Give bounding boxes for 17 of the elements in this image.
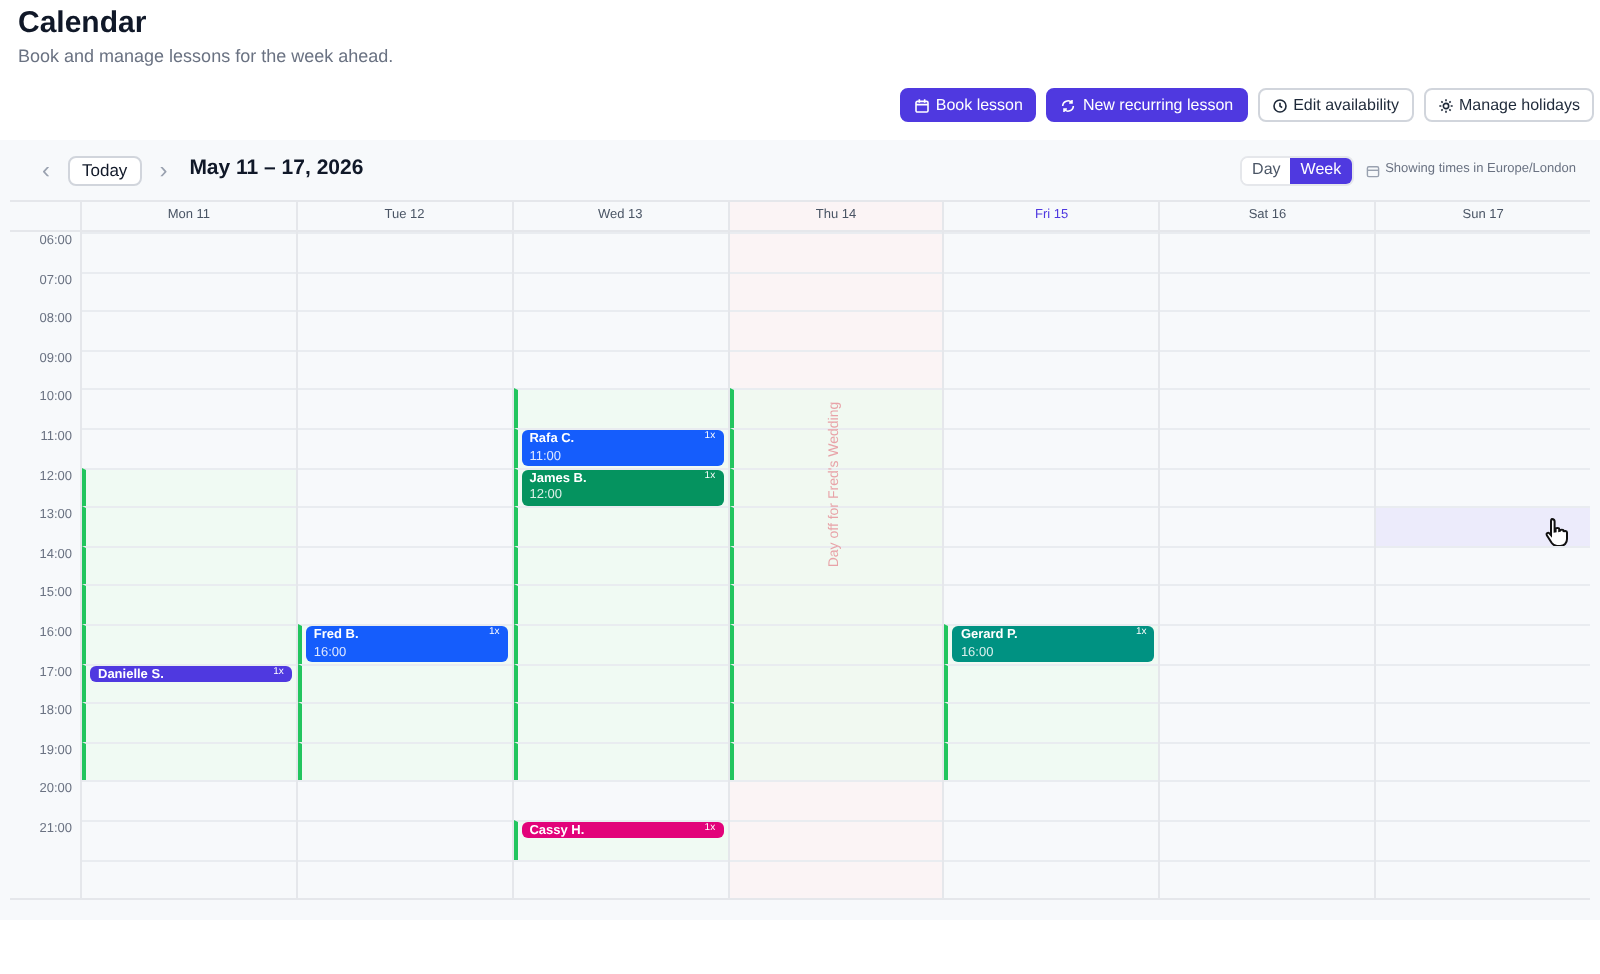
clock-icon	[1271, 97, 1288, 113]
hand-cursor-icon	[1544, 516, 1573, 549]
action-button[interactable]: New recurring lesson	[1046, 88, 1248, 122]
page-subtitle: Book and manage lessons for the week ahead.	[18, 44, 396, 68]
view-tab[interactable]: Week	[1290, 157, 1352, 183]
time-slot[interactable]	[729, 545, 943, 585]
today-button[interactable]: Today	[68, 155, 142, 185]
calendar-icon	[913, 97, 930, 113]
action-button[interactable]: Edit availability	[1257, 88, 1414, 122]
time-slot[interactable]	[1376, 506, 1591, 546]
calendar-icon	[1365, 163, 1380, 177]
date-range: May 11 – 17, 2026	[189, 154, 364, 185]
action-button[interactable]: Manage holidays	[1423, 88, 1594, 122]
repeat-icon	[1060, 97, 1077, 113]
page-title: Calendar	[18, 4, 149, 44]
action-button[interactable]: Book lesson	[899, 88, 1037, 122]
sun-icon	[1437, 97, 1454, 113]
